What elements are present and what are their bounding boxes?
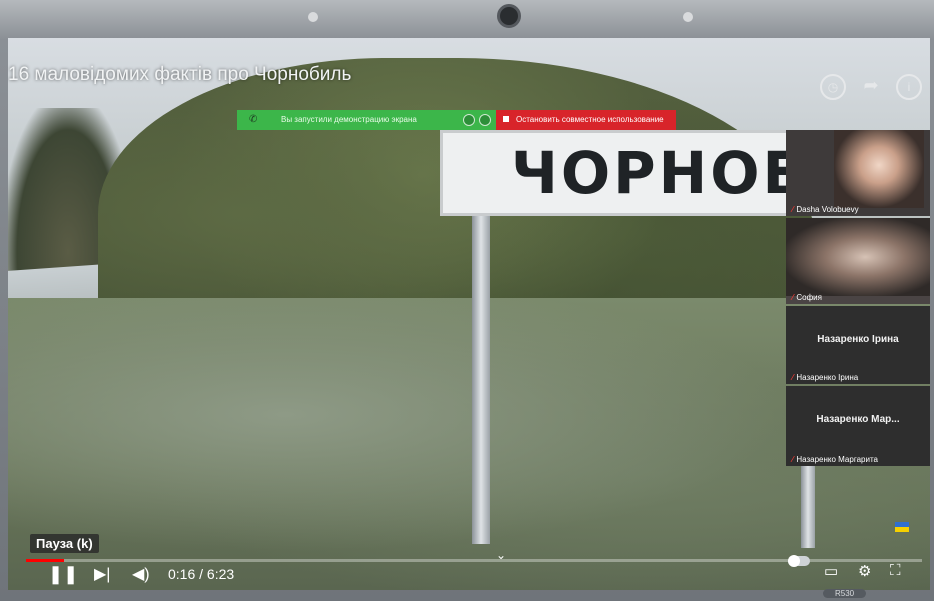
time-display: 0:16 / 6:23 bbox=[168, 566, 235, 582]
stop-icon bbox=[503, 116, 509, 122]
pause-tooltip: Пауза (k) bbox=[30, 534, 99, 553]
participant-center-name: Назаренко Ірина bbox=[817, 334, 899, 345]
sign-pole bbox=[472, 214, 490, 544]
screen: ЧОРНОБИЛЬ 16 маловідомих фактів про Чорн… bbox=[8, 38, 930, 590]
mic-muted-icon: ⁄ bbox=[792, 205, 794, 214]
participant-video bbox=[786, 218, 930, 296]
road-sign: ЧОРНОБИЛЬ bbox=[440, 130, 800, 216]
laptop-model-label: R530 bbox=[823, 589, 867, 598]
laptop-bezel-top bbox=[0, 0, 934, 40]
participant-name: София bbox=[796, 293, 822, 302]
subtitles-icon[interactable]: ▭ bbox=[824, 562, 838, 580]
participant-video bbox=[834, 130, 924, 208]
led-indicator bbox=[683, 12, 693, 22]
participants-panel: ⁄ Dasha Volobuevy ⁄ София Назаренко Ірина … bbox=[786, 130, 930, 466]
video-title[interactable]: 16 маловідомих фактів про Чорнобиль bbox=[8, 64, 351, 86]
participant-name: Назаренко Ірина bbox=[796, 373, 859, 382]
autoplay-toggle-icon[interactable] bbox=[788, 555, 810, 567]
pause-share-icon[interactable] bbox=[463, 114, 475, 126]
led-indicator bbox=[308, 12, 318, 22]
participant-tile[interactable]: Назаренко Мар... ⁄ Назаренко Маргарита bbox=[786, 386, 930, 466]
participant-tile[interactable]: Назаренко Ірина ⁄ Назаренко Ірина bbox=[786, 306, 930, 384]
play-pause-icon[interactable]: ❚❚ bbox=[48, 564, 78, 585]
stop-sharing-button[interactable]: Остановить совместное использование bbox=[496, 110, 676, 130]
share-icon[interactable]: ➦ bbox=[860, 74, 882, 96]
chevron-down-icon[interactable]: ⌄ bbox=[496, 548, 506, 562]
mic-muted-icon: ⁄ bbox=[792, 293, 794, 302]
webcam-icon bbox=[497, 4, 521, 28]
participant-name: Dasha Volobuevy bbox=[796, 205, 859, 214]
road-sign-text: ЧОРНОБИЛЬ bbox=[511, 139, 800, 207]
stop-sharing-label: Остановить совместное использование bbox=[516, 115, 664, 124]
ukraine-flag-icon bbox=[895, 522, 909, 532]
video-top-actions: ◷ ➦ i bbox=[820, 74, 922, 100]
phone-icon: ✆ bbox=[249, 114, 258, 125]
settings-icon[interactable]: ⚙ bbox=[858, 562, 871, 580]
mic-muted-icon: ⁄ bbox=[792, 373, 794, 382]
player-controls: ❚❚ ▶| ◀) 0:16 / 6:23 ⌄ ▭ ⚙ ⛶ bbox=[8, 522, 930, 590]
sign-pole bbox=[801, 458, 815, 548]
next-icon[interactable]: ▶| bbox=[94, 564, 110, 584]
screen-share-notice-text: Вы запустили демонстрацию экрана bbox=[281, 115, 417, 124]
participant-name: Назаренко Маргарита bbox=[796, 455, 878, 464]
volume-icon[interactable]: ◀) bbox=[132, 564, 150, 584]
participant-tile[interactable]: ⁄ София bbox=[786, 218, 930, 304]
mic-muted-icon: ⁄ bbox=[792, 455, 794, 464]
participant-center-name: Назаренко Мар... bbox=[816, 414, 900, 425]
watch-later-icon[interactable]: ◷ bbox=[820, 74, 846, 100]
participant-tile[interactable]: ⁄ Dasha Volobuevy bbox=[786, 130, 930, 216]
settings-share-icon[interactable] bbox=[479, 114, 491, 126]
info-icon[interactable]: i bbox=[896, 74, 922, 100]
fullscreen-icon[interactable]: ⛶ bbox=[890, 562, 901, 579]
screen-share-notice: ✆ Вы запустили демонстрацию экрана bbox=[237, 110, 496, 130]
screen-share-bar: ✆ Вы запустили демонстрацию экрана Остан… bbox=[237, 110, 676, 130]
